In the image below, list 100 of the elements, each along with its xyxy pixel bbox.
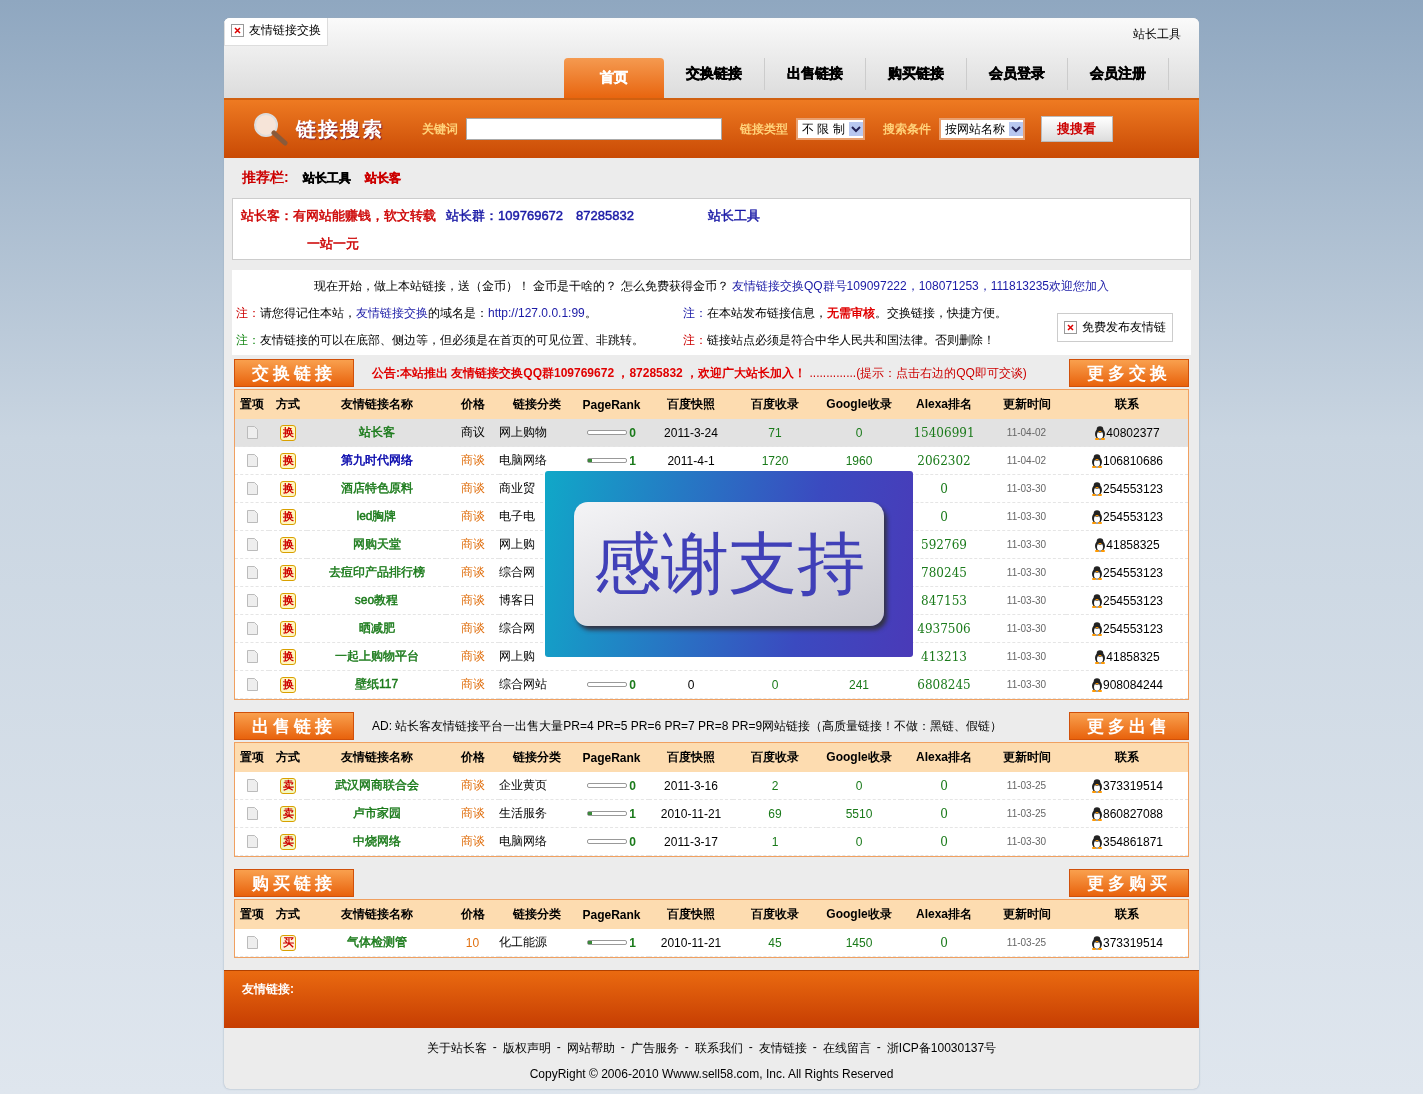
penguin-icon[interactable] xyxy=(1090,806,1103,821)
free-post-link[interactable]: 免费发布友情链 xyxy=(1057,312,1173,342)
price-text: 商谈 xyxy=(460,777,485,794)
penguin-icon[interactable] xyxy=(1090,621,1103,636)
document-icon xyxy=(246,454,258,467)
price-text: 商谈 xyxy=(460,648,485,665)
recommend-link[interactable]: 站长工具 xyxy=(302,169,351,187)
penguin-icon[interactable] xyxy=(1094,425,1107,440)
penguin-icon[interactable] xyxy=(1090,481,1103,496)
column-header: 链接分类 xyxy=(499,900,574,929)
footer-link[interactable]: 网站帮助 xyxy=(566,1040,615,1057)
qq-number: 908084244 xyxy=(1102,677,1164,692)
penguin-icon[interactable] xyxy=(1090,565,1103,580)
footer-link[interactable]: 广告服务 xyxy=(630,1040,679,1057)
column-header: 百度快照 xyxy=(649,743,733,772)
penguin-icon[interactable] xyxy=(1094,649,1107,664)
ad-link[interactable]: 站长客：有网站能赚钱，软文转载 xyxy=(241,207,436,225)
ad-link[interactable]: 站长工具 xyxy=(707,207,760,225)
keyword-label: 关键词 xyxy=(422,120,458,138)
nav-tab[interactable]: 会员注册 xyxy=(1068,58,1169,90)
baidu-cell: 71 xyxy=(733,419,817,447)
penguin-icon[interactable] xyxy=(1090,935,1103,950)
footer-link[interactable]: 联系我们 xyxy=(694,1040,743,1057)
footer-link[interactable]: 版权声明 xyxy=(502,1040,551,1057)
nav-tab[interactable]: 出售链接 xyxy=(765,58,866,90)
mode-badge: 换 xyxy=(280,452,296,469)
mode-badge: 换 xyxy=(280,424,296,441)
nav-tab[interactable]: 交换链接 xyxy=(664,58,765,90)
site-name-link[interactable]: 站长客 xyxy=(358,424,395,441)
mode-badge: 换 xyxy=(280,592,296,609)
site-name-link[interactable]: 酒店特色原料 xyxy=(340,480,413,497)
site-name-link[interactable]: 中烧网络 xyxy=(352,833,401,850)
section-title: 出售链接 xyxy=(234,712,354,740)
qq-number: 41858325 xyxy=(1106,537,1160,552)
site-name-link[interactable]: 一起上购物平台 xyxy=(334,648,419,665)
nav-tab[interactable]: 会员登录 xyxy=(967,58,1068,90)
document-icon xyxy=(246,482,258,495)
site-name-link[interactable]: 气体检测管 xyxy=(346,934,407,951)
site-name: 友情链接交换 xyxy=(249,22,321,39)
text-link[interactable]: 友情链接交换 xyxy=(356,306,428,320)
penguin-icon[interactable] xyxy=(1090,593,1103,608)
site-name-link[interactable]: 晒减肥 xyxy=(358,620,395,637)
top-link[interactable]: 站长工具 xyxy=(1133,26,1181,43)
recommend-link[interactable]: 站长客 xyxy=(364,169,401,187)
site-name-link[interactable]: 壁纸117 xyxy=(354,676,399,693)
site-name-link[interactable]: seo教程 xyxy=(354,592,399,609)
keyword-field[interactable] xyxy=(466,118,722,140)
nav-tab[interactable]: 购买链接 xyxy=(866,58,967,90)
footer-link[interactable]: 浙ICP备10030137号 xyxy=(886,1040,997,1057)
document-icon xyxy=(246,594,258,607)
qq-number: 254553123 xyxy=(1102,565,1164,580)
column-header: 联系 xyxy=(1066,390,1188,419)
ad-link[interactable]: 站长群：109769672 87285832 xyxy=(446,207,634,225)
dropdown-caret-icon[interactable] xyxy=(848,122,863,136)
price-text: 商议 xyxy=(460,424,485,441)
footer-link[interactable]: 关于站长客 xyxy=(426,1040,487,1057)
intro-text: 现在开始，做上本站链接，送（金币）！ 金币是干啥的？ 怎么免费获得金币？ 友情链接交换QQ群号109097222，108071253，111813235欢迎您加入 xyxy=(312,278,1111,295)
section-notice: AD: 站长客友情链接平台一出售大量PR=4 PR=5 PR=6 PR=7 PR=8 PR=9网站链接（高质量链接！不做：黑链、假链） xyxy=(372,717,1003,735)
mode-badge: 换 xyxy=(280,536,296,553)
condition-label: 搜索条件 xyxy=(882,120,931,138)
penguin-icon[interactable] xyxy=(1090,509,1103,524)
section-title: 购买链接 xyxy=(234,869,354,897)
text-link[interactable]: 友情链接交换QQ群号109097222，108071253，111813235欢迎您加入 xyxy=(731,279,1110,293)
condition-select[interactable]: 按网站名称 xyxy=(938,118,1025,140)
column-header: 百度收录 xyxy=(733,390,817,419)
ad-link[interactable]: 一站一元 xyxy=(307,235,359,253)
footer-link[interactable]: 在线留言 xyxy=(822,1040,871,1057)
dropdown-caret-icon[interactable] xyxy=(1008,122,1023,136)
column-header: 百度快照 xyxy=(649,900,733,929)
site-name-link[interactable]: 卢市家园 xyxy=(352,805,401,822)
separator: - xyxy=(876,1040,881,1056)
text-link[interactable]: http://127.0.0.1:99 xyxy=(488,306,585,320)
logo-placeholder[interactable]: 友情链接交换 xyxy=(224,18,328,46)
penguin-icon[interactable] xyxy=(1090,677,1103,692)
site-name-link[interactable]: 第九时代网络 xyxy=(340,452,413,469)
price-text: 商谈 xyxy=(460,536,485,553)
site-name-link[interactable]: 去痘印产品排行榜 xyxy=(328,564,425,581)
footer-link[interactable]: 友情链接 xyxy=(758,1040,807,1057)
column-header: 方式 xyxy=(269,900,307,929)
pagerank-value: 0 xyxy=(629,834,636,849)
price-text: 商谈 xyxy=(460,676,485,693)
column-header: 置项 xyxy=(235,743,269,772)
column-header: 链接分类 xyxy=(499,743,574,772)
updated-cell: 11-04-02 xyxy=(987,419,1066,447)
column-header: Alexa排名 xyxy=(901,900,987,929)
penguin-icon[interactable] xyxy=(1090,778,1103,793)
note-text: 注：链接站点必须是符合中华人民共和国法律。否则删除！ xyxy=(683,332,996,349)
type-select[interactable]: 不 限 制 xyxy=(796,118,865,140)
search-button[interactable]: 搜搜看 xyxy=(1040,116,1113,142)
document-icon xyxy=(246,622,258,635)
penguin-icon[interactable] xyxy=(1090,453,1103,468)
pagerank-value: 1 xyxy=(629,806,636,821)
column-header: PageRank xyxy=(574,743,649,772)
penguin-icon[interactable] xyxy=(1090,834,1103,849)
site-name-link[interactable]: led胸牌 xyxy=(356,508,397,525)
penguin-icon[interactable] xyxy=(1094,537,1107,552)
site-name-link[interactable]: 武汉网商联合会 xyxy=(334,777,419,794)
type-label: 链接类型 xyxy=(740,120,788,138)
qq-number: 254553123 xyxy=(1102,621,1164,636)
site-name-link[interactable]: 网购天堂 xyxy=(352,536,401,553)
